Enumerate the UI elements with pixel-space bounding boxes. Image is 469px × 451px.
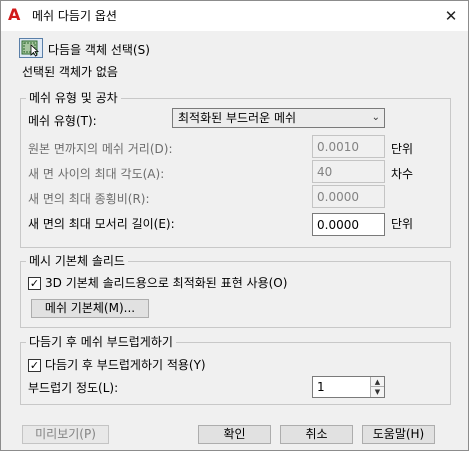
mesh-type-value: 최적화된 부드러운 메쉬 [178, 111, 297, 125]
checkmark-icon: ✓ [29, 359, 40, 372]
angle-value: 40 [317, 165, 333, 179]
distance-label: 원본 면까지의 메쉬 거리(D): [28, 142, 173, 156]
edge-length-unit: 단위 [391, 217, 414, 231]
smoothness-level-value: 1 [317, 380, 325, 394]
help-button-label: 도움말(H) [372, 427, 425, 441]
mesh-primitives-button-label: 메쉬 기본체(M)... [44, 301, 136, 315]
edge-length-field[interactable]: 0.0000 [312, 213, 385, 236]
autocad-logo-icon: A [8, 5, 21, 24]
select-objects-label[interactable]: 다듬을 객체 선택(S) [48, 43, 150, 57]
smooth-group [20, 342, 451, 405]
smooth-group-title: 다듬기 후 메쉬 부드럽게하기 [26, 335, 176, 349]
select-objects-icon-button[interactable] [19, 38, 43, 58]
preview-button-label: 미리보기(P) [35, 427, 96, 441]
dialog-window: A 메쉬 다듬기 옵션 ✕ 다듬을 객체 선택(S) 선택된 객체가 없음 메쉬… [0, 0, 469, 451]
spin-down-arrow-icon[interactable]: ▼ [370, 387, 384, 397]
mesh-type-dropdown[interactable]: 최적화된 부드러운 메쉬 ⌄ [172, 108, 385, 128]
distance-field[interactable]: 0.0010 [312, 135, 385, 158]
aspect-ratio-field[interactable]: 0.0000 [312, 185, 385, 208]
select-objects-icon [21, 40, 40, 57]
selection-status: 선택된 객체가 없음 [22, 65, 118, 79]
ok-button-label: 확인 [223, 427, 246, 441]
aspect-ratio-value: 0.0000 [317, 190, 359, 204]
help-button[interactable]: 도움말(H) [362, 425, 435, 444]
primitive-solids-group-title: 메시 기본체 솔리드 [26, 254, 128, 268]
checkmark-icon: ✓ [29, 277, 40, 290]
angle-field[interactable]: 40 [312, 160, 385, 183]
dialog-title: 메쉬 다듬기 옵션 [32, 9, 117, 23]
spin-up-arrow-icon[interactable]: ▲ [370, 377, 384, 387]
distance-unit: 단위 [391, 142, 414, 156]
smoothness-level-spinner[interactable]: 1 ▲ ▼ [312, 376, 385, 398]
mesh-type-label: 메쉬 유형(T): [28, 114, 97, 128]
mesh-primitives-button[interactable]: 메쉬 기본체(M)... [31, 299, 149, 318]
angle-unit: 차수 [391, 167, 414, 181]
apply-smoothing-checkbox[interactable]: ✓ [28, 359, 41, 372]
edge-length-value: 0.0000 [317, 218, 359, 232]
mesh-type-group-title: 메쉬 유형 및 공차 [26, 91, 121, 105]
distance-value: 0.0010 [317, 140, 359, 154]
title-bar: A 메쉬 다듬기 옵션 ✕ [1, 1, 468, 31]
edge-length-label: 새 면의 최대 모서리 길이(E): [28, 217, 175, 231]
cancel-button-label: 취소 [305, 427, 328, 441]
apply-smoothing-label[interactable]: 다듬기 후 부드럽게하기 적용(Y) [45, 358, 206, 372]
close-button[interactable]: ✕ [438, 4, 464, 28]
chevron-down-icon: ⌄ [371, 112, 380, 123]
ok-button[interactable]: 확인 [198, 425, 271, 444]
smoothness-level-label: 부드럽기 정도(L): [28, 381, 119, 395]
aspect-ratio-label: 새 면의 최대 종횡비(R): [28, 192, 150, 206]
optimize-primitives-checkbox[interactable]: ✓ [28, 277, 41, 290]
preview-button[interactable]: 미리보기(P) [22, 425, 109, 444]
optimize-primitives-label[interactable]: 3D 기본체 솔리드용으로 최적화된 표현 사용(O) [45, 276, 287, 290]
cancel-button[interactable]: 취소 [280, 425, 353, 444]
angle-label: 새 면 사이의 최대 각도(A): [28, 167, 165, 181]
